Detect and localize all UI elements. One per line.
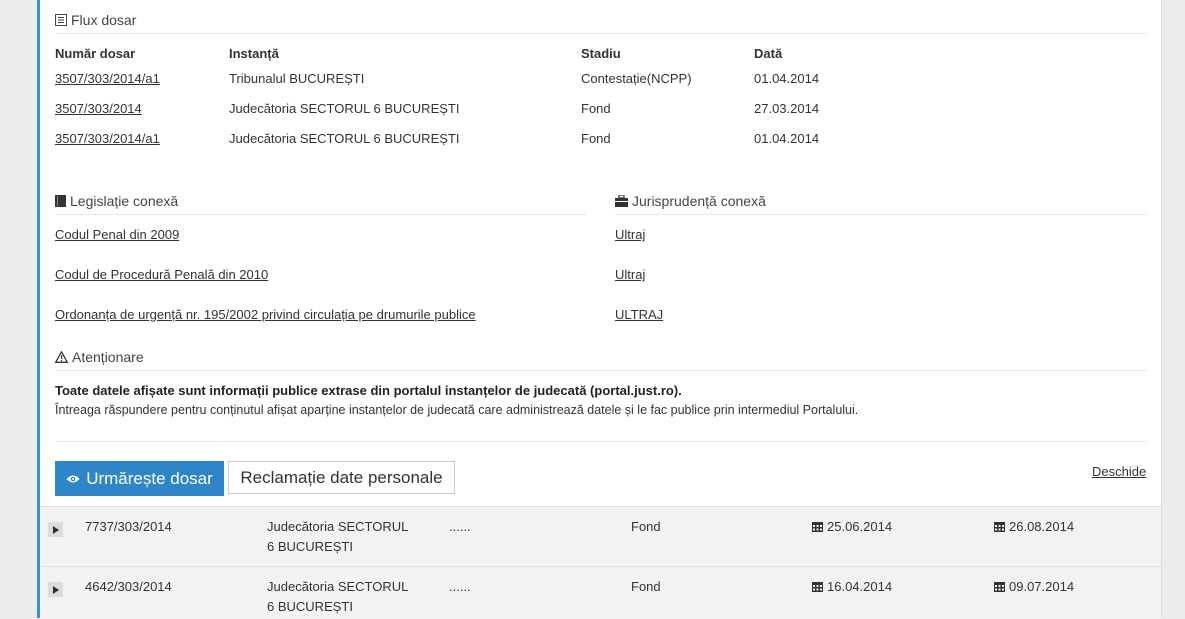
briefcase-icon <box>615 195 628 207</box>
flux-dosar-heading: Flux dosar <box>55 12 136 28</box>
jurisprudenta-heading: Jurisprudență conexă <box>615 193 766 209</box>
court-name: Judecătoria SECTORUL 6 BUCUREȘTI <box>229 131 460 146</box>
disclaimer-bold: Toate datele afișate sunt informații pub… <box>55 383 682 398</box>
date-value: 09.07.2014 <box>1009 579 1075 594</box>
header-data: Dată <box>754 46 783 61</box>
court-line-1: Judecătoria SECTORUL <box>267 519 409 534</box>
case-number-link[interactable]: 3507/303/2014/a1 <box>55 131 160 146</box>
case-number-link[interactable]: 3507/303/2014/a1 <box>55 71 160 86</box>
case-object: ...... <box>449 519 471 534</box>
header-stadiu: Stadiu <box>581 46 621 61</box>
eye-icon <box>66 469 80 489</box>
end-date: 09.07.2014 <box>994 577 1074 598</box>
calendar-icon <box>812 578 823 598</box>
section-title: Jurisprudență conexă <box>632 193 766 209</box>
warning-icon <box>55 351 68 363</box>
follow-case-label: Urmărește dosar <box>86 468 213 488</box>
date-value: 16.04.2014 <box>827 579 893 594</box>
date: 27.03.2014 <box>754 101 820 116</box>
court-name: Judecătoria SECTORUL 6 BUCUREȘTI <box>229 101 460 116</box>
calendar-icon <box>994 578 1005 598</box>
divider <box>615 214 1147 215</box>
date-value: 26.08.2014 <box>1009 519 1075 534</box>
stage: Fond <box>581 131 611 146</box>
stage: Contestație(NCPP) <box>581 71 692 86</box>
date: 01.04.2014 <box>754 71 820 86</box>
legislation-link[interactable]: Codul de Procedură Penală din 2010 <box>55 267 268 282</box>
disclaimer-text: Întreaga răspundere pentru conținutul af… <box>55 403 859 417</box>
expand-row-button[interactable] <box>48 582 63 597</box>
court-line-2: 6 BUCUREȘTI <box>267 539 353 554</box>
jurisprudence-link[interactable]: ULTRAJ <box>615 307 663 322</box>
start-date: 16.04.2014 <box>812 577 892 598</box>
section-title: Legislație conexă <box>70 193 179 209</box>
caret-right-icon <box>52 581 59 599</box>
legislatie-heading: Legislație conexă <box>55 193 178 209</box>
end-date: 26.08.2014 <box>994 517 1074 538</box>
section-title: Flux dosar <box>71 12 137 28</box>
start-date: 25.06.2014 <box>812 517 892 538</box>
divider <box>55 214 586 215</box>
stage: Fond <box>581 101 611 116</box>
date-value: 25.06.2014 <box>827 519 893 534</box>
caret-right-icon <box>52 521 59 539</box>
jurisprudence-link[interactable]: Ultraj <box>615 267 645 282</box>
list-icon <box>55 14 67 26</box>
calendar-icon <box>994 518 1005 538</box>
book-icon <box>55 195 66 207</box>
jurisprudence-link[interactable]: Ultraj <box>615 227 645 242</box>
case-number: 7737/303/2014 <box>85 519 172 534</box>
calendar-icon <box>812 518 823 538</box>
divider <box>55 441 1147 442</box>
court-name: Judecătoria SECTORUL 6 BUCUREȘTI <box>267 517 408 557</box>
expand-row-button[interactable] <box>48 522 63 537</box>
personal-data-claim-button[interactable]: Reclamație date personale <box>228 461 455 494</box>
legislation-link[interactable]: Ordonanța de urgență nr. 195/2002 privin… <box>55 307 476 322</box>
court-name: Tribunalul BUCUREȘTI <box>229 71 365 86</box>
section-title: Atenționare <box>72 349 144 365</box>
legislation-link[interactable]: Codul Penal din 2009 <box>55 227 179 242</box>
divider <box>55 370 1147 371</box>
header-instanta: Instanță <box>229 46 279 61</box>
case-number: 4642/303/2014 <box>85 579 172 594</box>
date: 01.04.2014 <box>754 131 820 146</box>
divider <box>55 33 1147 34</box>
case-detail-panel: Flux dosar Număr dosar Instanță Stadiu D… <box>37 0 1162 619</box>
stage: Fond <box>631 579 661 594</box>
stage: Fond <box>631 519 661 534</box>
table-row[interactable]: 4642/303/2014 Judecătoria SECTORUL 6 BUC… <box>40 566 1161 619</box>
court-line-2: 6 BUCUREȘTI <box>267 599 353 614</box>
atentionare-heading: Atenționare <box>55 349 144 365</box>
case-number-link[interactable]: 3507/303/2014 <box>55 101 142 116</box>
case-object: ...... <box>449 579 471 594</box>
follow-case-button[interactable]: Urmărește dosar <box>55 461 224 496</box>
open-link[interactable]: Deschide <box>1092 464 1146 479</box>
header-numar: Număr dosar <box>55 46 136 61</box>
table-row[interactable]: 7737/303/2014 Judecătoria SECTORUL 6 BUC… <box>40 506 1161 566</box>
court-name: Judecătoria SECTORUL 6 BUCUREȘTI <box>267 577 408 617</box>
court-line-1: Judecătoria SECTORUL <box>267 579 409 594</box>
